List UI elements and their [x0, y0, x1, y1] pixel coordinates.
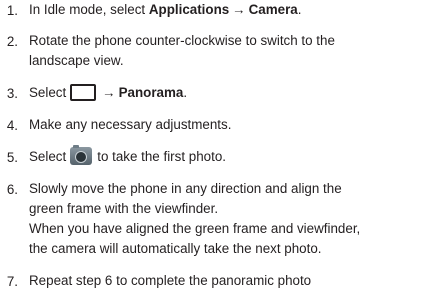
step-number: 6.	[6, 182, 18, 197]
step-line: landscape view.	[29, 53, 124, 68]
step-text: Rotate the phone counter-clockwise to sw…	[29, 31, 434, 71]
step-text: Select → Panorama.	[29, 83, 434, 103]
menu-applications-label: Applications	[148, 2, 230, 17]
step-text: Slowly move the phone in any direction a…	[29, 179, 434, 259]
step-text: Make any necessary adjustments.	[29, 115, 434, 135]
step-text-part: In Idle mode, select	[29, 2, 149, 17]
step-text: Select to take the first photo.	[29, 145, 434, 167]
arrow-symbol: →	[102, 85, 116, 100]
step-number: 1.	[6, 3, 18, 18]
step-line: When you have aligned the green frame an…	[29, 221, 361, 236]
step-text-part: Select	[29, 85, 67, 100]
step-number: 3.	[6, 86, 18, 101]
step-number: 7.	[6, 274, 18, 289]
step-text-part: .	[183, 85, 188, 100]
step-number: 4.	[6, 118, 18, 133]
step-line: Slowly move the phone in any direction a…	[29, 181, 342, 196]
step-text-part: .	[297, 2, 302, 17]
step-number: 5.	[6, 150, 18, 165]
step-line: Rotate the phone counter-clockwise to sw…	[29, 33, 335, 48]
step-line: the camera will automatically take the n…	[29, 241, 322, 256]
step-line: green frame with the viewfinder.	[29, 201, 219, 216]
step-line: Make any necessary adjustments.	[29, 117, 232, 132]
step-text: Repeat step 6 to complete the panoramic …	[29, 271, 434, 291]
step-text-part: to take the first photo.	[97, 149, 226, 164]
camera-icon	[70, 145, 93, 165]
mode-button-icon	[70, 84, 97, 101]
menu-camera-label: Camera	[248, 2, 298, 17]
step-number: 2.	[6, 34, 18, 49]
step-text-part: Select	[29, 149, 67, 164]
step-text: In Idle mode, select Applications → Camera…	[29, 0, 434, 20]
step-line: Repeat step 6 to complete the panoramic …	[29, 273, 312, 288]
arrow-symbol: →	[232, 2, 246, 17]
menu-panorama-label: Panorama	[118, 85, 184, 100]
